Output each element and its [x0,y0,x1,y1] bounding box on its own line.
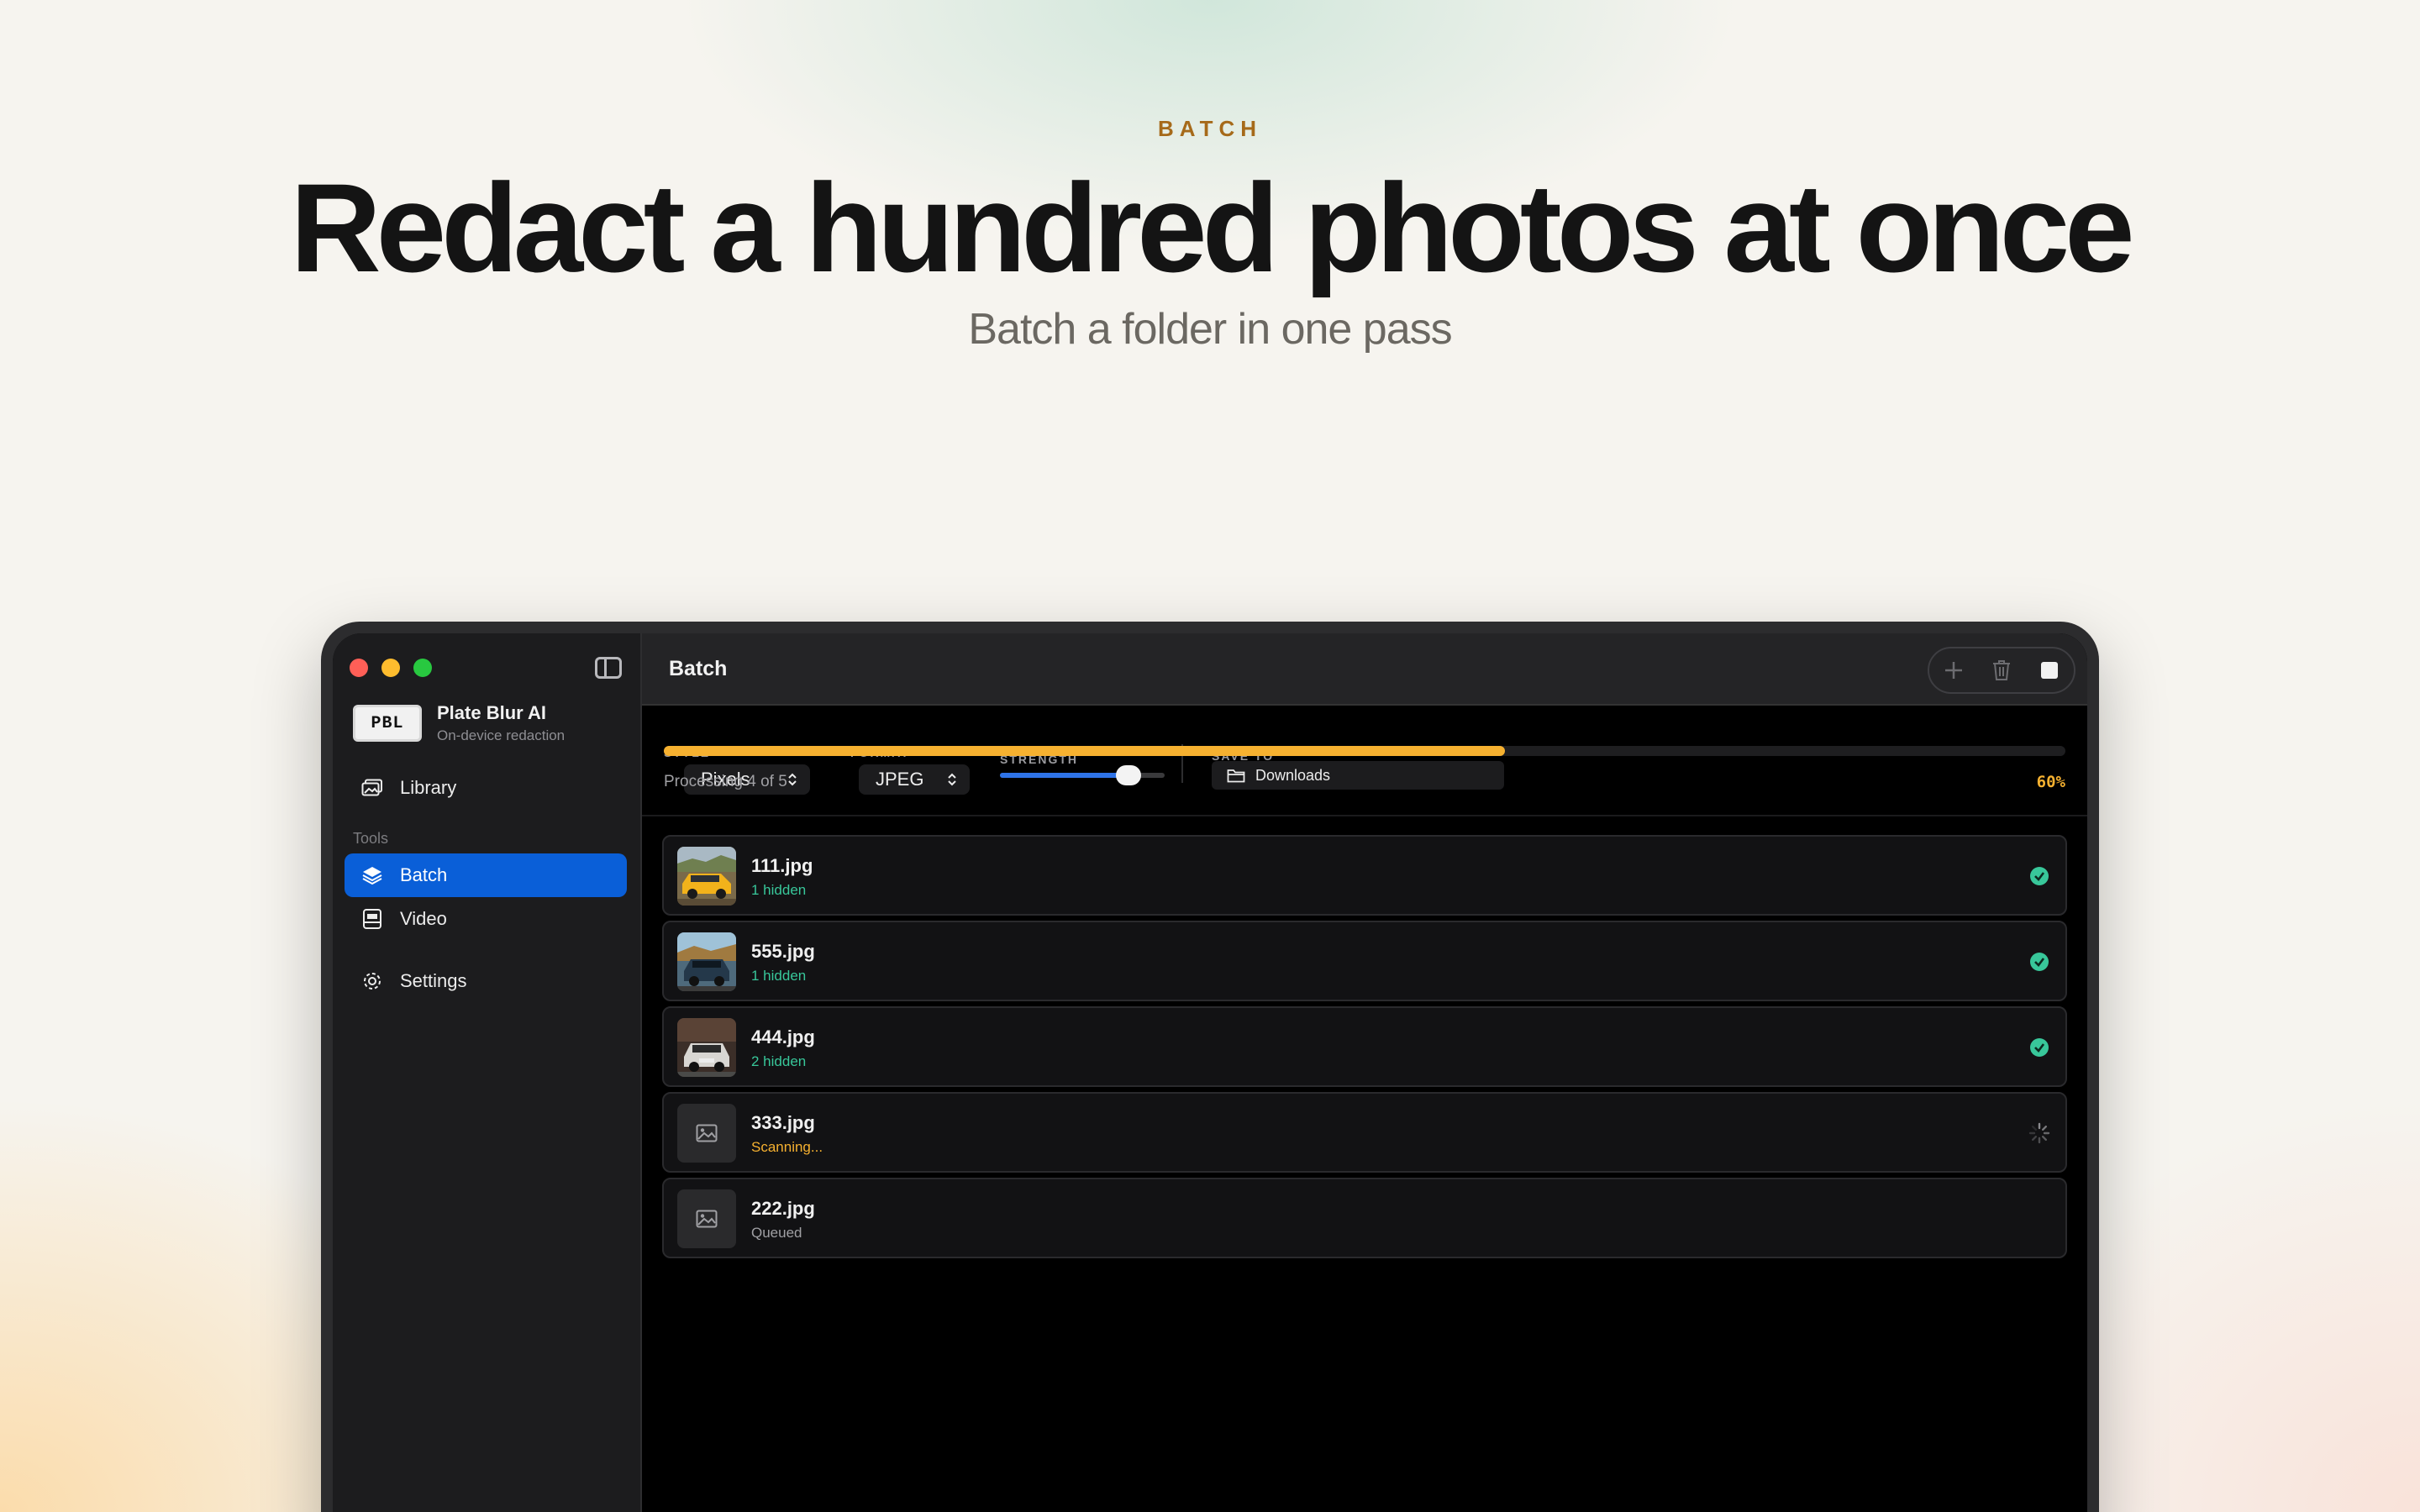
file-status: 2 hidden [751,1053,807,1069]
trash-icon [1992,660,2010,680]
image-placeholder-icon [677,1189,736,1248]
toolbar-group [1928,647,2075,694]
image-placeholder-icon [677,1104,736,1163]
file-status: Queued [751,1225,802,1241]
progress-status: Processing 4 of 5 [664,773,787,790]
batch-controls: STYLE Pixels FORMAT JPEG STRENGTH SAVE T… [642,706,2087,820]
sidebar-item-video[interactable]: Video [345,897,627,941]
progress-bar [664,746,2065,756]
check-circle-icon [2030,953,2049,971]
app-window: PBL Plate Blur AI On-device redaction Li… [333,633,2087,1512]
close-window-button[interactable] [350,659,368,677]
zoom-window-button[interactable] [413,659,432,677]
file-name: 555.jpg [751,941,815,962]
photo-library-icon [361,777,383,799]
format-select[interactable]: JPEG [859,764,970,795]
titlebar: Batch [642,633,2087,706]
sidebar-section-tools: Tools [353,830,389,847]
sidebar-item-batch[interactable]: Batch [345,853,627,897]
strength-slider-thumb[interactable] [1115,765,1141,785]
chevron-updown-icon [788,773,797,786]
stack-icon [361,864,383,886]
strength-slider-fill [1000,773,1128,778]
sidebar-item-label: Video [400,908,447,929]
sidebar-item-label: Batch [400,864,448,885]
file-status: Scanning... [751,1139,823,1155]
sidebar-item-settings[interactable]: Settings [345,959,627,1003]
file-name: 111.jpg [751,855,813,876]
progress-percent: 60% [2036,773,2065,791]
spinner-icon [2028,1122,2050,1144]
folder-icon [1227,769,1245,783]
plus-icon [1944,662,1962,679]
file-list: 111.jpg 1 hidden 555.jpg 1 hidden 444.jp… [662,835,2067,1263]
sidebar-item-label: Library [400,777,457,798]
file-name: 333.jpg [751,1112,815,1133]
window-controls [350,659,432,677]
file-thumbnail [677,847,736,906]
sidebar-item-library[interactable]: Library [345,766,627,810]
file-row[interactable]: 111.jpg 1 hidden [662,835,2067,916]
file-row[interactable]: 555.jpg 1 hidden [662,921,2067,1001]
saveto-picker[interactable]: Downloads [1212,761,1504,790]
file-row[interactable]: 444.jpg 2 hidden [662,1006,2067,1087]
sidebar-toggle-icon[interactable] [595,657,622,679]
delete-button[interactable] [1983,652,2020,689]
hero-subhead: Batch a folder in one pass [968,305,1452,354]
hero-headline: Redact a hundred photos at once [290,157,2134,298]
stop-button[interactable] [2031,652,2068,689]
window-title: Batch [669,657,728,680]
stop-icon [2041,662,2059,679]
hero-eyebrow: BATCH [1157,116,1263,141]
file-thumbnail [677,1018,736,1077]
file-name: 444.jpg [751,1026,815,1047]
file-name: 222.jpg [751,1198,815,1219]
saveto-value: Downloads [1255,766,1331,784]
file-status: 1 hidden [751,968,807,984]
chevron-updown-icon [948,773,956,786]
header-separator [642,815,2087,816]
film-icon [361,908,383,930]
brand: PBL Plate Blur AI On-device redaction [353,702,565,744]
device-frame: PBL Plate Blur AI On-device redaction Li… [321,622,2099,1512]
file-status: 1 hidden [751,882,807,898]
add-files-button[interactable] [1935,652,1972,689]
check-circle-icon [2030,1038,2049,1057]
sidebar: PBL Plate Blur AI On-device redaction Li… [333,633,642,1512]
brand-name: Plate Blur AI [437,702,546,723]
file-row[interactable]: 222.jpg Queued [662,1178,2067,1258]
gear-icon [361,970,383,992]
progress-bar-fill [664,746,1505,756]
check-circle-icon [2030,867,2049,885]
file-thumbnail [677,932,736,991]
sidebar-item-label: Settings [400,970,467,991]
brand-logo: PBL [353,705,422,742]
format-value: JPEG [876,769,924,790]
brand-tagline: On-device redaction [437,727,566,743]
strength-slider[interactable] [1000,765,1165,785]
minimize-window-button[interactable] [381,659,400,677]
main-pane: Batch STYLE Pixels [642,633,2087,1512]
file-row[interactable]: 333.jpg Scanning... [662,1092,2067,1173]
